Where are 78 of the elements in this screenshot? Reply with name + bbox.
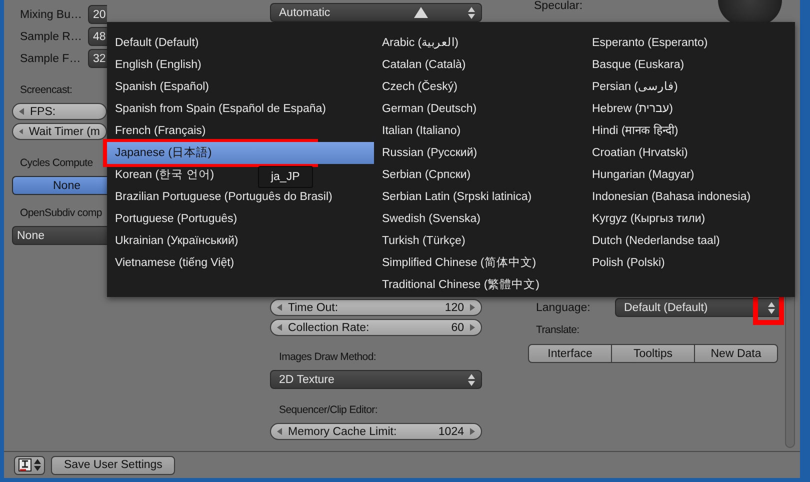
up-down-arrows-icon: [468, 374, 475, 386]
menu-item[interactable]: Spanish (Español): [107, 76, 213, 98]
save-button[interactable]: Save User Settings: [51, 456, 176, 474]
left-triangle-icon[interactable]: [277, 324, 282, 331]
menu-item[interactable]: Serbian (Српски): [374, 164, 475, 186]
menu-item[interactable]: Korean (한국 언어): [107, 164, 218, 186]
number-field[interactable]: Memory Cache Limit: 1024: [270, 423, 482, 440]
field-label: Language:: [536, 300, 592, 316]
menu-item[interactable]: Simplified Chinese (简体中文): [374, 252, 540, 274]
menu-item[interactable]: Dutch (Nederlandse taal): [584, 230, 724, 252]
toggle-button[interactable]: New Data: [695, 344, 778, 363]
dropdown[interactable]: 20: [88, 5, 107, 24]
menu-item[interactable]: Italian (Italiano): [374, 120, 465, 142]
field-label: Mixing Bu…: [19, 8, 83, 22]
menu-item[interactable]: Croatian (Hrvatski): [584, 142, 692, 164]
triangle-icon: [414, 7, 428, 18]
menu-item[interactable]: Esperanto (Esperanto): [584, 32, 712, 54]
section-label: Sequencer/Clip Editor:: [279, 403, 378, 418]
menu-item[interactable]: Hindi (मानक हिन्दी): [584, 120, 682, 142]
menu-item[interactable]: Serbian Latin (Srpski latinica): [374, 186, 536, 208]
menu-item[interactable]: Swedish (Svenska): [374, 208, 484, 230]
menu-item[interactable]: Portuguese (Português): [107, 208, 242, 230]
left-triangle-icon[interactable]: [277, 428, 282, 435]
window-icon: [18, 458, 32, 472]
menu-item[interactable]: Hebrew (עברית): [584, 98, 677, 120]
tooltip: ja_JP: [258, 166, 313, 188]
menu-item[interactable]: Traditional Chinese (繁體中文): [374, 274, 544, 296]
menu-item[interactable]: Indonesian (Bahasa indonesia): [584, 186, 755, 208]
menu-item[interactable]: Spanish from Spain (Español de España): [107, 98, 330, 120]
dropdown[interactable]: 32: [88, 49, 107, 68]
toggle-button[interactable]: Tooltips: [612, 344, 695, 363]
menu-item[interactable]: German (Deutsch): [374, 98, 481, 120]
up-down-arrows-icon: [34, 459, 41, 471]
dropdown[interactable]: Default (Default): [615, 298, 782, 317]
toggle-button[interactable]: None: [12, 176, 107, 195]
dropdown[interactable]: 2D Texture: [270, 370, 482, 389]
menu-item[interactable]: Catalan (Català): [374, 54, 470, 76]
editor-type-button[interactable]: [14, 456, 45, 474]
right-triangle-icon[interactable]: [470, 428, 475, 435]
left-triangle-icon[interactable]: [19, 128, 23, 135]
menu-item[interactable]: Brazilian Portuguese (Português do Brasil): [107, 186, 336, 208]
section-label: Screencast:: [20, 83, 74, 98]
menu-item[interactable]: Turkish (Türkçe): [374, 230, 470, 252]
section-label: Cycles Compute: [20, 156, 94, 171]
right-triangle-icon[interactable]: [470, 324, 475, 331]
field-label: Sample R…: [19, 30, 83, 44]
number-field[interactable]: FPS:: [12, 103, 107, 120]
toggle-button[interactable]: Interface: [528, 344, 612, 363]
field-label: Specular:: [534, 0, 583, 12]
field-label: Sample F…: [19, 52, 82, 66]
menu-item[interactable]: Persian (فارسی): [584, 76, 682, 98]
menu-item[interactable]: Default (Default): [107, 32, 203, 54]
menu-item[interactable]: Japanese (日本語): [107, 142, 374, 164]
menu-item[interactable]: Hungarian (Magyar): [584, 164, 698, 186]
section-label: Images Draw Method:: [279, 350, 378, 365]
menu-item[interactable]: French (Français): [107, 120, 210, 142]
menu-item[interactable]: English (English): [107, 54, 206, 76]
menu-item[interactable]: Ukrainian (Український): [107, 230, 242, 252]
section-label: OpenSubdiv comp: [20, 206, 103, 221]
number-field[interactable]: Time Out: 120: [270, 299, 482, 316]
dropdown[interactable]: None: [12, 226, 107, 245]
menu-item[interactable]: Czech (Český): [374, 76, 462, 98]
up-down-arrows-icon: [468, 6, 475, 18]
number-field[interactable]: Collection Rate: 60: [270, 319, 482, 336]
right-triangle-icon[interactable]: [470, 304, 475, 311]
menu-item[interactable]: Russian (Русский): [374, 142, 482, 164]
dropdown[interactable]: 48: [88, 27, 107, 46]
menu-item[interactable]: Basque (Euskara): [584, 54, 688, 76]
field-label: Translate:: [536, 323, 580, 338]
menu-item[interactable]: Arabic (العربية): [374, 32, 462, 54]
dropdown[interactable]: Automatic: [270, 3, 482, 22]
menu-item[interactable]: Vietnamese (tiếng Việt): [107, 252, 238, 274]
menu-item[interactable]: Kyrgyz (Кыргыз тили): [584, 208, 710, 230]
number-field[interactable]: Wait Timer (m: [12, 123, 107, 140]
left-triangle-icon[interactable]: [19, 108, 24, 115]
up-down-arrows-icon: [768, 302, 775, 314]
left-triangle-icon[interactable]: [277, 304, 282, 311]
menu-item[interactable]: Polish (Polski): [584, 252, 669, 274]
